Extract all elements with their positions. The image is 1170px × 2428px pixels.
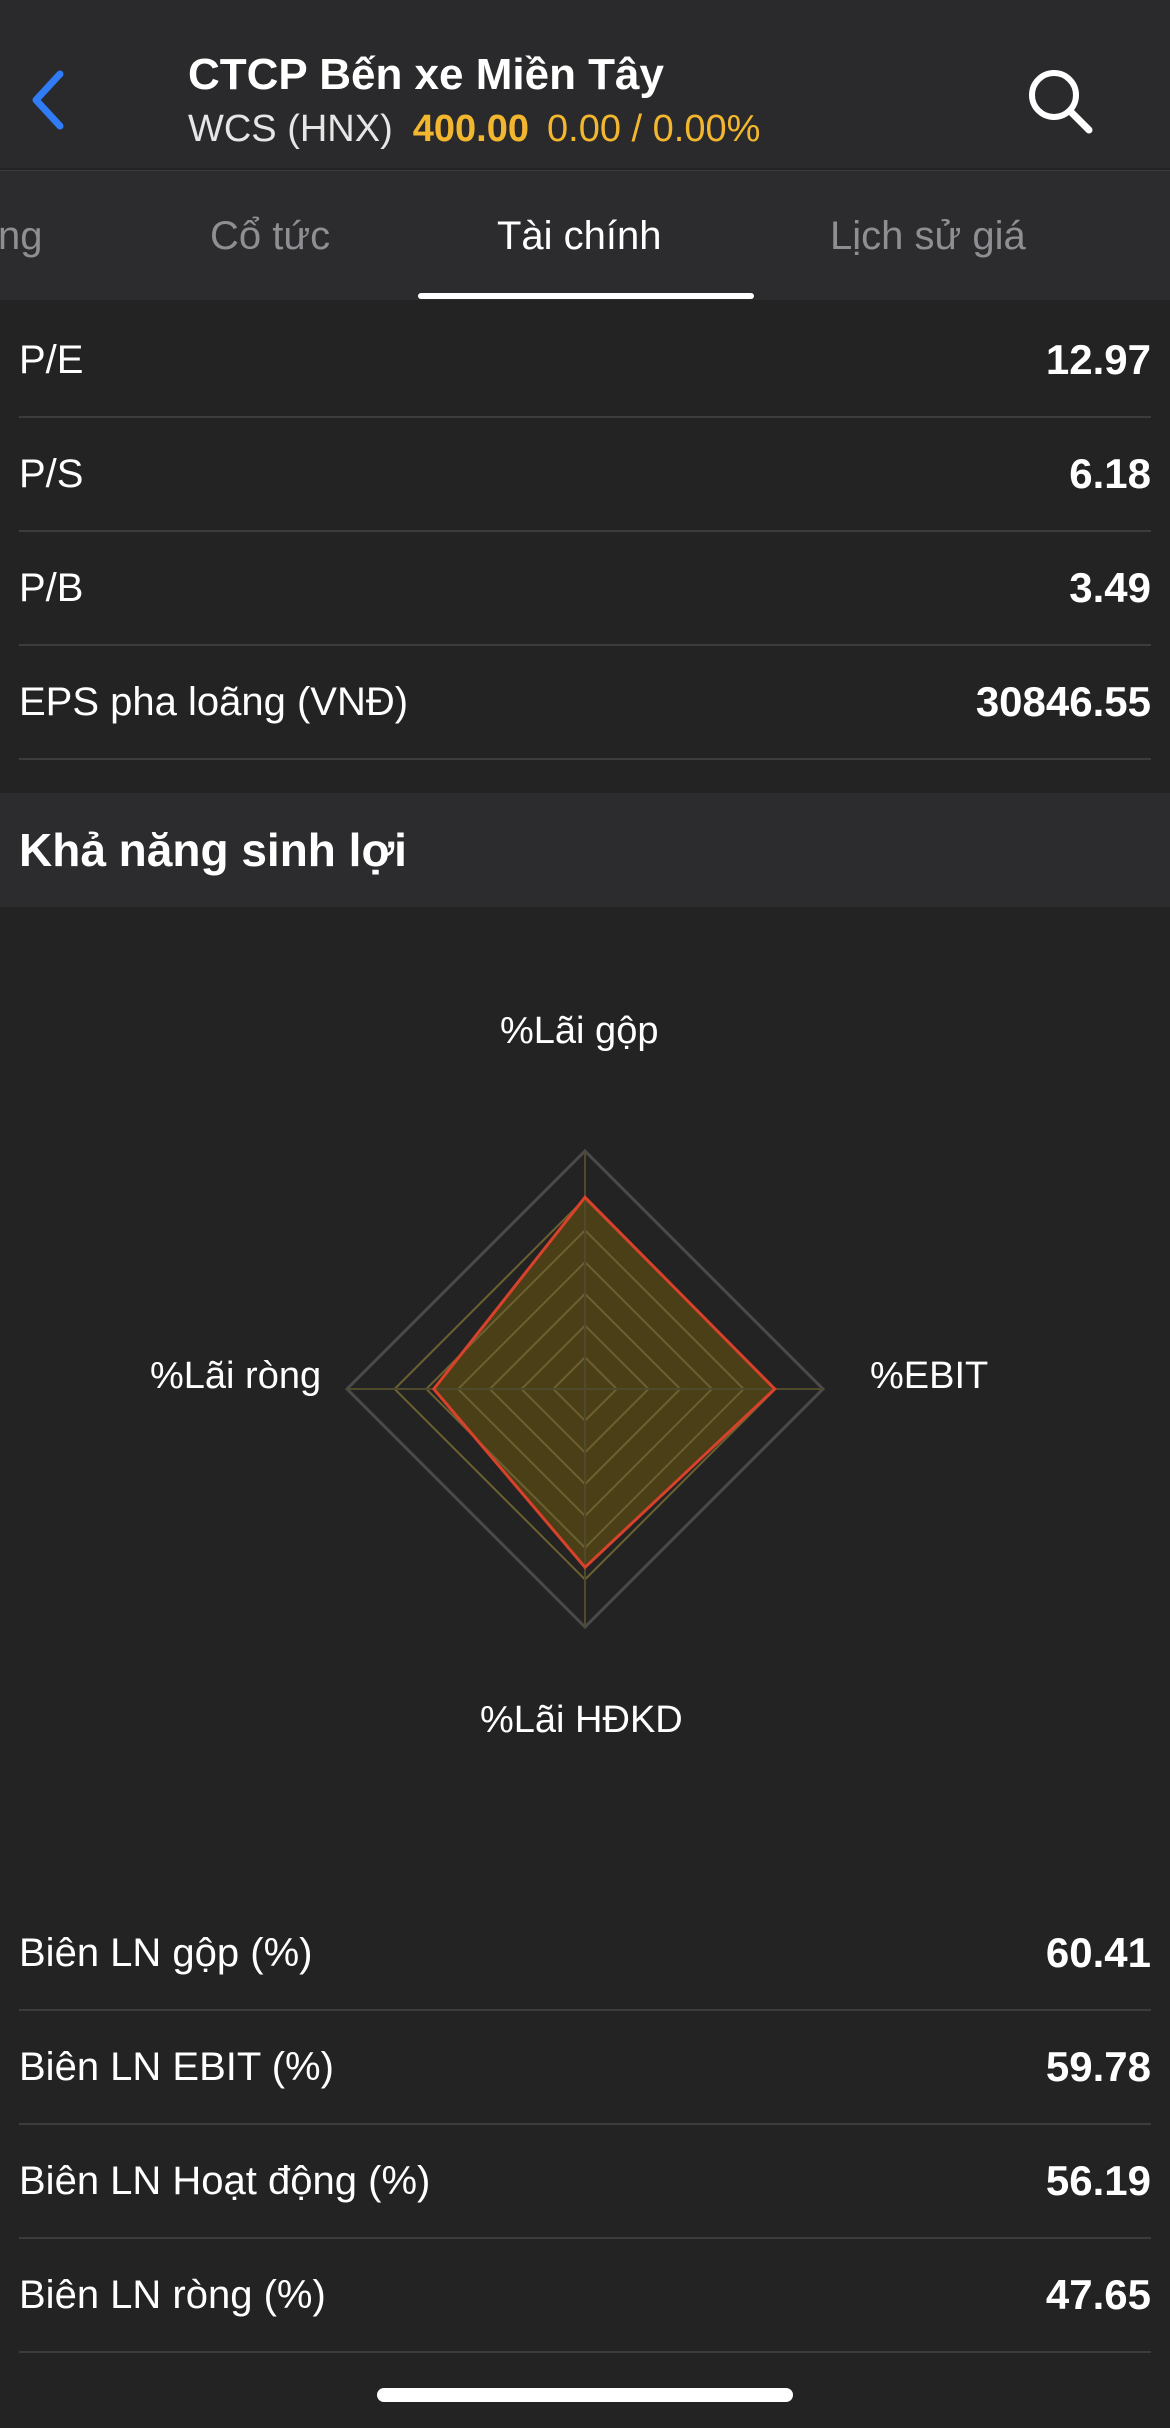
metric-value: 30846.55 [975,678,1151,725]
next-section-peek [0,2410,1170,2428]
metric-label: EPS pha loãng (VNĐ) [19,679,409,724]
metric-row-pb: P/B 3.49 [19,532,1151,646]
stock-financials-screen: CTCP Bến xe Miền Tây WCS (HNX) 400.00 0.… [0,0,1170,2428]
home-indicator[interactable] [377,2388,793,2402]
search-icon [1029,70,1093,134]
metric-value: 60.41 [1045,1929,1151,1976]
price-change: 0.00 / 0.00% [547,108,761,150]
metric-row-ps: P/S 6.18 [19,418,1151,532]
metric-row-ebit-margin: Biên LN EBIT (%) 59.78 [19,2011,1151,2125]
tab-bar: ng Cổ tức Tài chính Lịch sử giá [0,170,1170,300]
tab-price-history[interactable]: Lịch sử giá [830,171,1026,301]
metric-label: Biên LN gộp (%) [19,1930,313,1975]
metric-value: 12.97 [1045,336,1151,383]
metric-label: Biên LN ròng (%) [19,2272,326,2317]
metric-label: P/S [19,451,84,496]
metric-value: 59.78 [1045,2043,1151,2090]
metric-label: Biên LN Hoạt động (%) [19,2158,431,2203]
metric-label: P/E [19,337,84,382]
tab-financials[interactable]: Tài chính [497,171,662,301]
metric-value: 6.18 [1069,450,1151,497]
section-title: Khả năng sinh lợi [19,824,407,876]
metric-row-net-margin: Biên LN ròng (%) 47.65 [19,2239,1151,2353]
axis-label-ebit: %EBIT [870,1355,989,1397]
section-header-profitability: Khả năng sinh lợi [0,793,1170,907]
search-button[interactable] [1010,56,1110,146]
profitability-radar-chart: %Lãi gộp %EBIT %Lãi HĐKD %Lãi ròng [0,907,1170,1837]
app-header: CTCP Bến xe Miền Tây WCS (HNX) 400.00 0.… [0,0,1170,168]
active-tab-indicator [418,293,754,299]
axis-label-net: %Lãi ròng [150,1355,322,1397]
metric-row-pe: P/E 12.97 [19,304,1151,418]
metric-value: 47.65 [1045,2271,1151,2318]
company-title: CTCP Bến xe Miền Tây [188,50,664,99]
axis-label-operating: %Lãi HĐKD [480,1699,683,1741]
tab-dividends[interactable]: Cổ tức [210,171,330,301]
quote-line: WCS (HNX) 400.00 0.00 / 0.00% [188,108,760,151]
metric-value: 3.49 [1069,564,1151,611]
back-button[interactable] [18,62,78,138]
metric-value: 56.19 [1045,2157,1151,2204]
axis-label-gross: %Lãi gộp [500,1010,659,1052]
tab-partial[interactable]: ng [0,171,43,301]
ticker-label: WCS (HNX) [188,108,393,150]
metric-row-gross-margin: Biên LN gộp (%) 60.41 [19,1897,1151,2011]
metric-row-eps: EPS pha loãng (VNĐ) 30846.55 [19,646,1151,760]
metric-row-operating-margin: Biên LN Hoạt động (%) 56.19 [19,2125,1151,2239]
metric-label: Biên LN EBIT (%) [19,2044,334,2089]
chevron-left-icon [32,70,64,130]
price-value: 400.00 [412,108,529,150]
metric-label: P/B [19,565,84,610]
